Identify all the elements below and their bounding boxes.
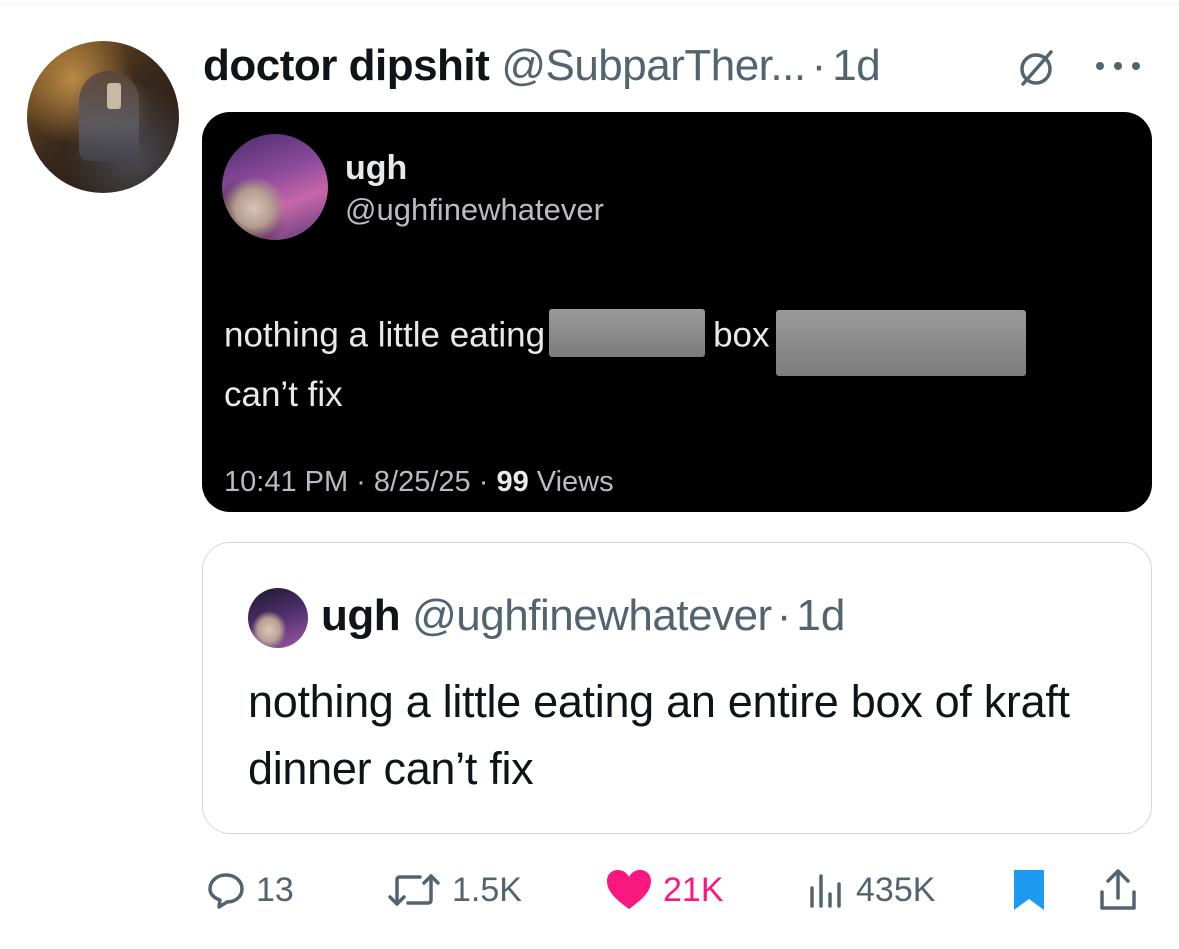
tweet-time[interactable]: 1d bbox=[832, 41, 880, 91]
author-avatar[interactable] bbox=[27, 41, 179, 193]
screenshot-text-part3: can’t fix bbox=[224, 375, 343, 414]
quoted-tweet[interactable]: ugh @ughfinewhatever · 1d nothing a litt… bbox=[202, 542, 1152, 834]
like-count: 21K bbox=[663, 870, 724, 909]
reply-icon bbox=[208, 873, 244, 909]
repost-icon bbox=[388, 874, 440, 906]
repost-count: 1.5K bbox=[452, 870, 522, 909]
screenshot-views-count: 99 bbox=[496, 466, 529, 498]
quoted-text: nothing a little eating an entire box of… bbox=[248, 676, 1070, 794]
tweet-image[interactable]: ugh @ughfinewhatever nothing a little ea… bbox=[202, 112, 1152, 512]
screenshot-meta: 10:41 PM · 8/25/25 · 99 Views bbox=[224, 466, 614, 499]
screenshot-views-label: Views bbox=[528, 466, 614, 498]
header-separator: · bbox=[811, 41, 827, 90]
views-icon bbox=[810, 874, 841, 908]
share-icon bbox=[1100, 869, 1136, 910]
share-button[interactable] bbox=[1098, 862, 1138, 918]
quoted-separator: · bbox=[776, 591, 792, 640]
no-entry-icon bbox=[1020, 50, 1053, 86]
action-bar: 13 1.5K 21K 435K bbox=[0, 862, 1179, 918]
tweet-header: doctor dipshit @SubparTher... · 1d bbox=[203, 40, 881, 92]
screenshot-avatar bbox=[222, 134, 328, 240]
more-icon[interactable] bbox=[1090, 56, 1146, 76]
redaction-box bbox=[775, 310, 1026, 376]
screenshot-meta-time: 10:41 PM · 8/25/25 · bbox=[224, 466, 497, 498]
heart-icon bbox=[607, 870, 651, 909]
bookmark-button[interactable] bbox=[1011, 862, 1047, 918]
screenshot-text-part2: box bbox=[713, 315, 770, 355]
quoted-time: 1d bbox=[796, 591, 846, 640]
screenshot-text-part1: nothing a little eating bbox=[224, 315, 546, 355]
quoted-header: ugh @ughfinewhatever · 1d bbox=[321, 591, 845, 641]
author-display-name[interactable]: doctor dipshit bbox=[203, 41, 490, 91]
reply-button[interactable]: 13 bbox=[206, 862, 294, 918]
redaction-box bbox=[549, 309, 706, 357]
screenshot-handle: @ughfinewhatever bbox=[345, 192, 604, 227]
author-handle[interactable]: @SubparTher... bbox=[501, 41, 806, 91]
repost-button[interactable]: 1.5K bbox=[386, 862, 522, 918]
screenshot-text: nothing a little eating box can’t fix bbox=[224, 304, 1124, 420]
like-button[interactable]: 21K bbox=[605, 862, 724, 918]
quoted-avatar bbox=[248, 588, 308, 648]
reply-count: 13 bbox=[256, 870, 294, 909]
top-divider bbox=[0, 4, 1179, 5]
quoted-display-name: ugh bbox=[321, 591, 401, 640]
avatar-phone bbox=[107, 83, 121, 109]
screenshot-name: ugh bbox=[345, 149, 408, 187]
views-button[interactable]: 435K bbox=[806, 862, 935, 918]
quoted-handle: @ughfinewhatever bbox=[412, 591, 772, 640]
bookmark-icon bbox=[1014, 870, 1044, 910]
views-count: 435K bbox=[856, 870, 936, 909]
